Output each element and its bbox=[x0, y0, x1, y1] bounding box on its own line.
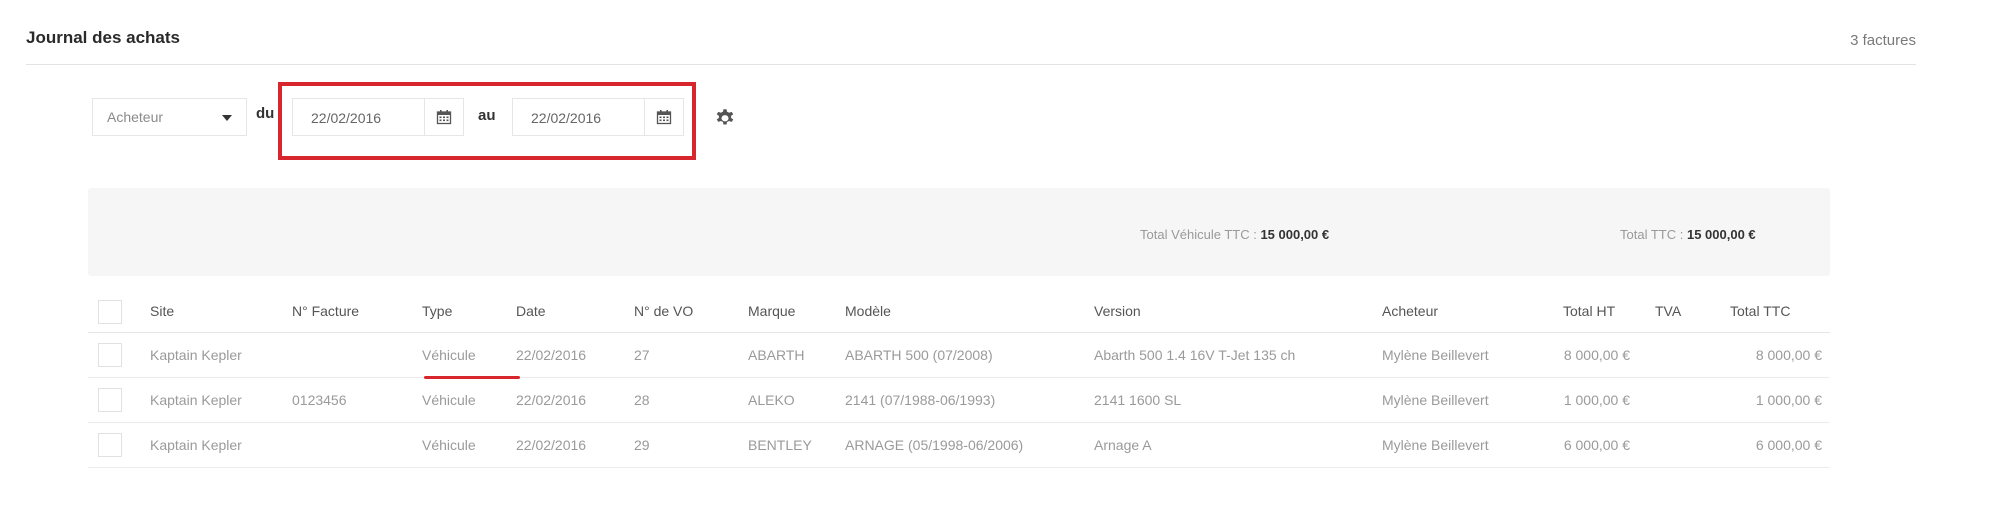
cell-marque: BENTLEY bbox=[748, 437, 812, 453]
total-ttc-label: Total TTC : bbox=[1620, 227, 1684, 242]
col-total-ttc[interactable]: Total TTC bbox=[1730, 303, 1790, 319]
cell-vo: 29 bbox=[634, 437, 650, 453]
col-facture[interactable]: N° Facture bbox=[292, 303, 359, 319]
col-date[interactable]: Date bbox=[516, 303, 546, 319]
cell-total-ht: 8 000,00 € bbox=[1563, 347, 1630, 363]
page-header: Journal des achats 3 factures bbox=[26, 22, 1916, 65]
cell-version: 2141 1600 SL bbox=[1094, 392, 1182, 408]
cell-acheteur: Mylène Beillevert bbox=[1382, 437, 1489, 453]
invoices-table: Site N° Facture Type Date N° de VO Marqu… bbox=[88, 290, 1830, 468]
total-vehicule: Total Véhicule TTC : 15 000,00 € bbox=[1140, 227, 1329, 242]
table-row[interactable]: Kaptain Kepler Véhicule 22/02/2016 29 BE… bbox=[88, 423, 1830, 468]
from-date-input[interactable]: 22/02/2016 bbox=[292, 98, 464, 136]
select-all-checkbox[interactable] bbox=[98, 300, 122, 324]
gear-icon[interactable] bbox=[714, 107, 736, 134]
calendar-icon[interactable] bbox=[424, 99, 463, 135]
cell-marque: ALEKO bbox=[748, 392, 795, 408]
col-modele[interactable]: Modèle bbox=[845, 303, 891, 319]
col-total-ht[interactable]: Total HT bbox=[1563, 303, 1615, 319]
cell-total-ht: 6 000,00 € bbox=[1563, 437, 1630, 453]
cell-type: Véhicule bbox=[422, 392, 476, 408]
cell-marque: ABARTH bbox=[748, 347, 805, 363]
to-date-value: 22/02/2016 bbox=[531, 110, 602, 126]
cell-type: Véhicule bbox=[422, 437, 476, 453]
cell-site: Kaptain Kepler bbox=[150, 392, 242, 408]
date-underline-annotation bbox=[424, 376, 520, 379]
cell-modele: ABARTH 500 (07/2008) bbox=[845, 347, 993, 363]
to-label: au bbox=[478, 107, 496, 124]
total-ttc: Total TTC : 15 000,00 € bbox=[1620, 227, 1756, 242]
page-title: Journal des achats bbox=[26, 28, 181, 47]
col-marque[interactable]: Marque bbox=[748, 303, 795, 319]
buyer-select[interactable]: Acheteur bbox=[92, 98, 247, 136]
to-date-input[interactable]: 22/02/2016 bbox=[512, 98, 684, 136]
chevron-down-icon bbox=[222, 115, 232, 121]
cell-facture: 0123456 bbox=[292, 392, 347, 408]
cell-total-ttc: 1 000,00 € bbox=[1755, 392, 1822, 408]
from-date-value: 22/02/2016 bbox=[311, 110, 382, 126]
row-checkbox[interactable] bbox=[98, 433, 122, 457]
col-version[interactable]: Version bbox=[1094, 303, 1141, 319]
cell-date: 22/02/2016 bbox=[516, 347, 587, 363]
cell-acheteur: Mylène Beillevert bbox=[1382, 347, 1489, 363]
cell-total-ttc: 8 000,00 € bbox=[1755, 347, 1822, 363]
col-tva[interactable]: TVA bbox=[1655, 303, 1681, 319]
cell-modele: 2141 (07/1988-06/1993) bbox=[845, 392, 996, 408]
total-vehicule-value: 15 000,00 € bbox=[1260, 227, 1330, 242]
col-site[interactable]: Site bbox=[150, 303, 174, 319]
cell-modele: ARNAGE (05/1998-06/2006) bbox=[845, 437, 1024, 453]
table-header: Site N° Facture Type Date N° de VO Marqu… bbox=[88, 290, 1830, 333]
col-vo[interactable]: N° de VO bbox=[634, 303, 693, 319]
cell-date: 22/02/2016 bbox=[516, 437, 587, 453]
cell-acheteur: Mylène Beillevert bbox=[1382, 392, 1489, 408]
cell-vo: 28 bbox=[634, 392, 650, 408]
total-ttc-value: 15 000,00 € bbox=[1686, 227, 1756, 242]
cell-site: Kaptain Kepler bbox=[150, 347, 242, 363]
cell-type: Véhicule bbox=[422, 347, 476, 363]
total-vehicule-label: Total Véhicule TTC : bbox=[1140, 227, 1257, 242]
table-row[interactable]: Kaptain Kepler 0123456 Véhicule 22/02/20… bbox=[88, 378, 1830, 423]
filter-bar: Acheteur du 22/02/2016 au 22/02/2016 bbox=[92, 98, 792, 140]
cell-total-ht: 1 000,00 € bbox=[1563, 392, 1630, 408]
table-row[interactable]: Kaptain Kepler Véhicule 22/02/2016 27 AB… bbox=[88, 333, 1830, 378]
from-label: du bbox=[256, 105, 275, 122]
col-type[interactable]: Type bbox=[422, 303, 452, 319]
row-checkbox[interactable] bbox=[98, 343, 122, 367]
buyer-select-value: Acheteur bbox=[107, 109, 164, 125]
cell-date: 22/02/2016 bbox=[516, 392, 587, 408]
col-acheteur[interactable]: Acheteur bbox=[1382, 303, 1438, 319]
cell-site: Kaptain Kepler bbox=[150, 437, 242, 453]
invoice-count: 3 factures bbox=[1850, 32, 1916, 49]
cell-total-ttc: 6 000,00 € bbox=[1755, 437, 1822, 453]
cell-version: Arnage A bbox=[1094, 437, 1152, 453]
summary-band: Total Véhicule TTC : 15 000,00 € Total T… bbox=[88, 188, 1830, 276]
cell-version: Abarth 500 1.4 16V T-Jet 135 ch bbox=[1094, 347, 1296, 363]
row-checkbox[interactable] bbox=[98, 388, 122, 412]
cell-vo: 27 bbox=[634, 347, 650, 363]
calendar-icon[interactable] bbox=[644, 99, 683, 135]
